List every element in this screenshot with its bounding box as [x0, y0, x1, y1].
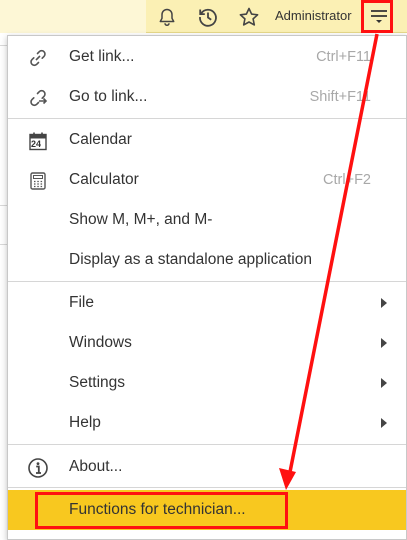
annotation-arrow: [279, 33, 379, 490]
